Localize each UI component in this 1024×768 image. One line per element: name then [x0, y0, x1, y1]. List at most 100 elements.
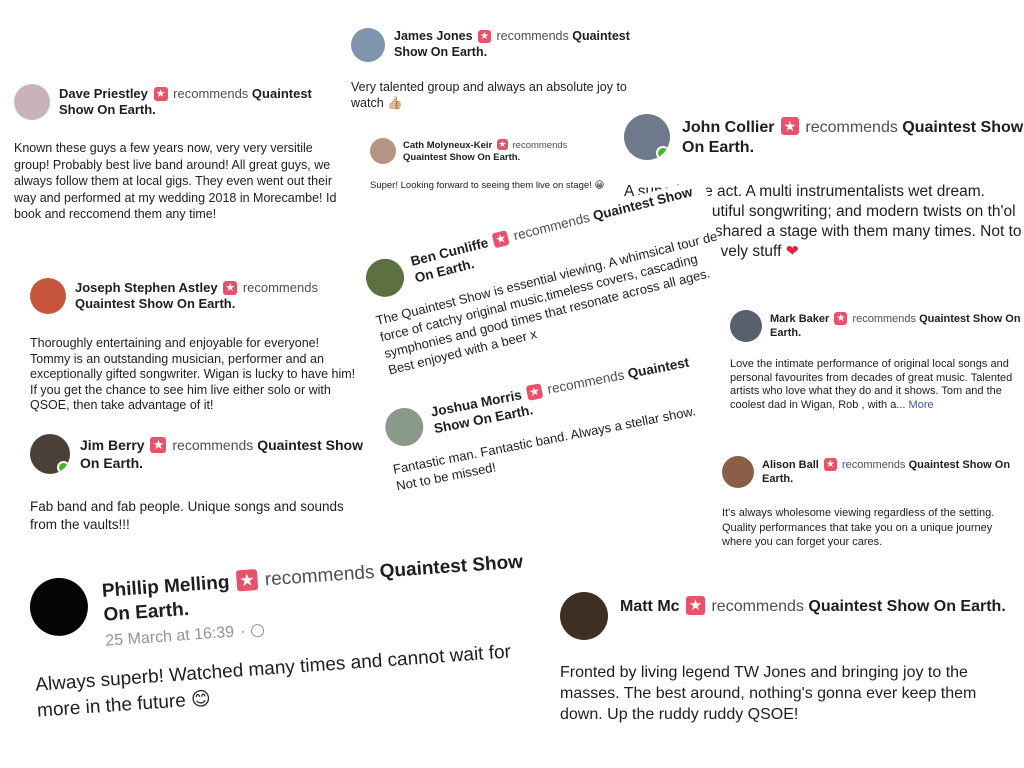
- reviewer-name[interactable]: Alison Ball: [762, 459, 819, 471]
- recommends-text: recommends: [173, 86, 249, 101]
- review-header: Joseph Stephen Astley ★ recommends Quain…: [30, 278, 360, 314]
- review-body: Known these guys a few years now, very v…: [14, 140, 350, 223]
- review-body: Thoroughly entertaining and enjoyable fo…: [30, 336, 360, 414]
- recommends-text: recommends: [172, 437, 254, 453]
- reviewer-name[interactable]: Mark Baker: [770, 313, 829, 325]
- recommend-star-icon: ★: [153, 87, 168, 101]
- page-name[interactable]: Quaintest Show On Earth.: [75, 296, 235, 311]
- review-title: Phillip Melling ★ recommends Quaintest S…: [101, 544, 552, 651]
- review-header: Phillip Melling ★ recommends Quaintest S…: [28, 544, 552, 657]
- avatar[interactable]: [722, 456, 754, 488]
- review-header: Jim Berry ★ recommends Quaintest Show On…: [30, 434, 370, 474]
- review-text: Fab band and fab people. Unique songs an…: [30, 499, 344, 532]
- review-card: Mark Baker ★ recommends Quaintest Show O…: [730, 310, 1024, 412]
- globe-icon: [250, 623, 265, 638]
- avatar[interactable]: [14, 84, 50, 120]
- recommend-star-icon: ★: [496, 139, 508, 150]
- online-indicator: [656, 146, 670, 160]
- reviewer-name[interactable]: Matt Mc: [620, 598, 680, 615]
- review-card: Alison Ball ★ recommends Quaintest Show …: [722, 456, 1022, 550]
- page-name[interactable]: Quaintest Show On Earth.: [403, 152, 520, 163]
- recommend-star-icon: ★: [834, 312, 848, 325]
- recommends-text: recommends: [264, 561, 376, 591]
- recommends-text: recommends: [852, 313, 917, 325]
- recommend-star-icon: ★: [150, 437, 167, 453]
- review-title: Cath Molyneux-Keir ★ recommends Quaintes…: [403, 138, 610, 164]
- reviewer-name[interactable]: Dave Priestley: [59, 86, 148, 101]
- review-title: Dave Priestley ★ recommends Quaintest Sh…: [59, 84, 350, 119]
- avatar[interactable]: [28, 575, 90, 638]
- review-title: Alison Ball ★ recommends Quaintest Show …: [762, 456, 1022, 487]
- avatar[interactable]: [560, 592, 608, 640]
- review-title: James Jones ★ recommends Quaintest Show …: [394, 28, 641, 60]
- timestamp[interactable]: 25 March at 16:39: [105, 622, 235, 651]
- recommend-star-icon: ★: [223, 281, 238, 295]
- review-card: Joseph Stephen Astley ★ recommends Quain…: [30, 278, 360, 414]
- review-text: Always superb! Watched many times and ca…: [34, 641, 512, 722]
- recommend-star-icon: ★: [525, 383, 544, 401]
- recommend-star-icon: ★: [235, 569, 259, 592]
- recommends-text: recommends: [496, 29, 569, 43]
- review-card: Cath Molyneux-Keir ★ recommends Quaintes…: [370, 138, 610, 192]
- review-header: John Collier ★ recommends Quaintest Show…: [624, 114, 1024, 160]
- review-header: Cath Molyneux-Keir ★ recommends Quaintes…: [370, 138, 610, 164]
- review-header: Mark Baker ★ recommends Quaintest Show O…: [730, 310, 1024, 342]
- avatar[interactable]: [370, 138, 396, 164]
- review-card: Dave Priestley ★ recommends Quaintest Sh…: [14, 84, 350, 223]
- review-title: Mark Baker ★ recommends Quaintest Show O…: [770, 310, 1024, 341]
- recommend-star-icon: ★: [686, 596, 706, 615]
- review-card: Matt Mc ★ recommends Quaintest Show On E…: [560, 592, 1010, 725]
- reviewer-name[interactable]: Phillip Melling: [101, 572, 230, 602]
- review-header: Matt Mc ★ recommends Quaintest Show On E…: [560, 592, 1010, 640]
- review-text: Known these guys a few years now, very v…: [14, 141, 337, 221]
- avatar[interactable]: [624, 114, 670, 160]
- review-text: Love the intimate performance of origina…: [730, 358, 1013, 411]
- separator: ·: [239, 622, 246, 640]
- review-card: James Jones ★ recommends Quaintest Show …: [351, 28, 641, 111]
- review-title: Joseph Stephen Astley ★ recommends Quain…: [75, 278, 360, 313]
- avatar[interactable]: [382, 404, 427, 450]
- avatar[interactable]: [30, 278, 66, 314]
- review-body: Fronted by living legend TW Jones and br…: [560, 662, 1010, 725]
- avatar[interactable]: [730, 310, 762, 342]
- review-body: Fab band and fab people. Unique songs an…: [30, 498, 370, 534]
- recommends-text: recommends: [546, 367, 626, 397]
- page-name[interactable]: Quaintest Show On Earth.: [808, 598, 1005, 615]
- recommend-star-icon: ★: [823, 458, 837, 471]
- review-card: Joshua Morris ★ recommends Quaintest Sho…: [382, 349, 722, 495]
- review-body: Love the intimate performance of origina…: [730, 358, 1024, 412]
- avatar[interactable]: [351, 28, 385, 62]
- reviewer-name[interactable]: Joseph Stephen Astley: [75, 280, 218, 295]
- reviewer-name[interactable]: John Collier: [682, 119, 774, 136]
- recommend-star-icon: ★: [478, 30, 492, 43]
- review-text: Super! Looking forward to seeing them li…: [370, 180, 592, 191]
- review-header: Dave Priestley ★ recommends Quaintest Sh…: [14, 84, 350, 120]
- avatar[interactable]: [362, 254, 409, 301]
- reviewer-name[interactable]: Cath Molyneux-Keir: [403, 140, 492, 151]
- avatar[interactable]: [30, 434, 70, 474]
- emoji: 👍🏼: [387, 95, 403, 110]
- review-title: John Collier ★ recommends Quaintest Show…: [682, 114, 1024, 158]
- review-body: Super! Looking forward to seeing them li…: [370, 180, 610, 192]
- recommends-text: recommends: [805, 119, 898, 136]
- review-card: Phillip Melling ★ recommends Quaintest S…: [28, 543, 557, 725]
- review-title: Jim Berry ★ recommends Quaintest Show On…: [80, 434, 370, 472]
- recommend-star-icon: ★: [780, 117, 799, 135]
- emoji: 😊: [190, 688, 212, 711]
- recommends-text: recommends: [242, 280, 318, 295]
- recommends-text: recommends: [511, 209, 592, 244]
- recommends-text: recommends: [512, 140, 568, 151]
- review-card: Ben Cunliffe ★ recommends Quaintest Show…: [362, 178, 733, 379]
- review-card: Jim Berry ★ recommends Quaintest Show On…: [30, 434, 370, 534]
- review-title: Matt Mc ★ recommends Quaintest Show On E…: [620, 592, 1006, 617]
- review-text: Thoroughly entertaining and enjoyable fo…: [30, 336, 356, 412]
- review-header: James Jones ★ recommends Quaintest Show …: [351, 28, 641, 62]
- see-more-link[interactable]: More: [909, 399, 934, 411]
- review-body: Very talented group and always an absolu…: [351, 80, 641, 111]
- reviewer-name[interactable]: James Jones: [394, 29, 473, 43]
- review-body: It's always wholesome viewing regardless…: [722, 506, 1022, 550]
- online-indicator: [57, 461, 70, 474]
- emoji: ❤: [785, 243, 799, 260]
- review-text: Fronted by living legend TW Jones and br…: [560, 664, 977, 723]
- reviewer-name[interactable]: Jim Berry: [80, 437, 145, 453]
